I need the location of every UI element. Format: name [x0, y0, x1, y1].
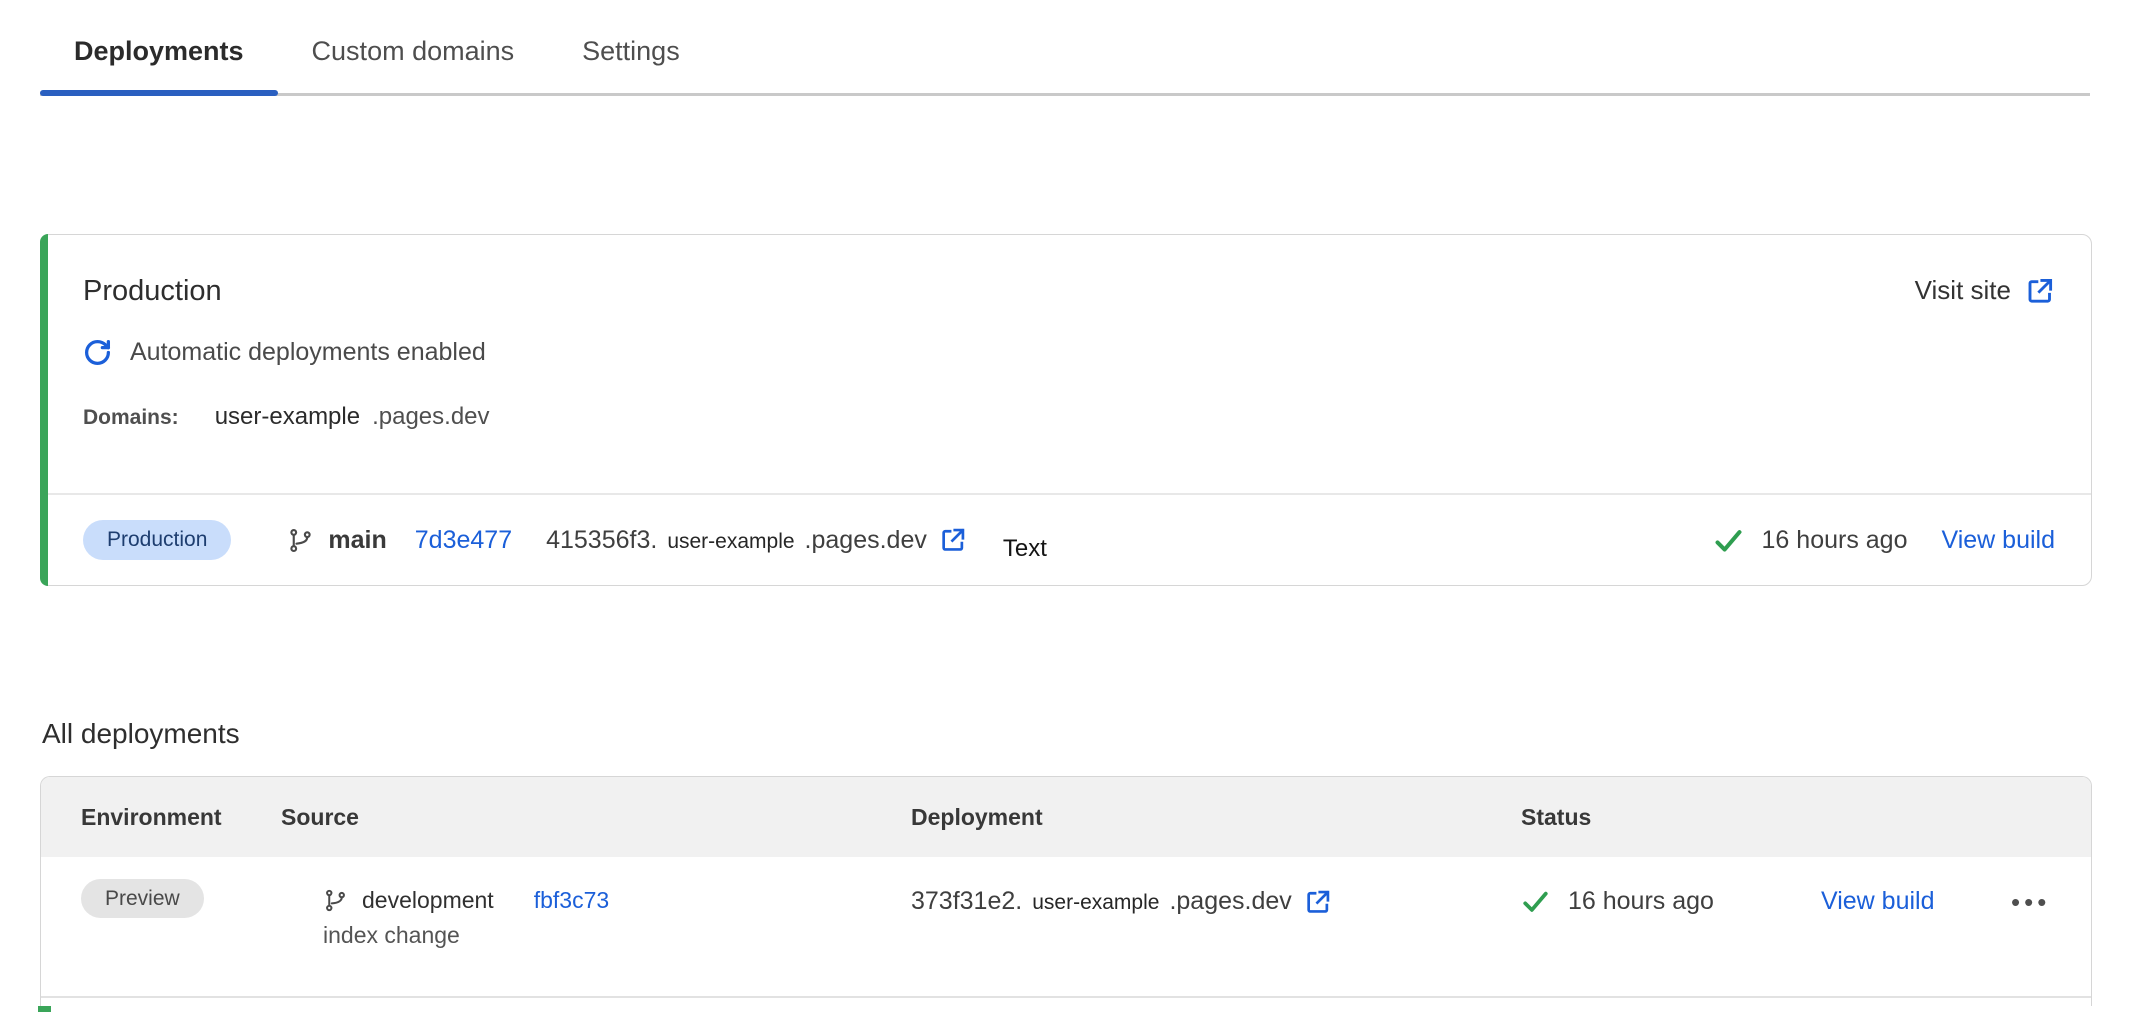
success-check-icon [1713, 525, 1744, 556]
all-deployments-heading: All deployments [42, 718, 2092, 750]
success-check-icon [1521, 887, 1550, 916]
visit-site-label: Visit site [1915, 275, 2011, 306]
url-prefix: 373f31e2. [911, 887, 1022, 916]
column-header-deployment: Deployment [911, 804, 1521, 831]
column-header-environment: Environment [81, 804, 281, 831]
git-branch-icon [323, 888, 348, 913]
external-link-icon [1304, 888, 1332, 916]
branch-name: development [362, 887, 494, 914]
url-suffix: .pages.dev [805, 526, 927, 555]
view-build-link[interactable]: View build [1941, 526, 2055, 555]
git-branch-icon [287, 527, 314, 554]
source-cell: development fbf3c73 index change [281, 887, 911, 949]
kebab-menu-icon[interactable]: ••• [2011, 887, 2050, 917]
view-build-link[interactable]: View build [1821, 887, 1935, 915]
branch-group: main [287, 526, 386, 555]
production-card-header: Production Visit site [41, 235, 2091, 308]
url-prefix: 415356f3. [546, 526, 657, 555]
tab-custom-domains[interactable]: Custom domains [278, 36, 549, 93]
domains-label: Domains: [83, 406, 179, 430]
tab-settings[interactable]: Settings [548, 36, 714, 93]
tab-deployments[interactable]: Deployments [40, 36, 278, 93]
commit-link[interactable]: 7d3e477 [415, 526, 512, 555]
domains-row: Domains: user-example .pages.dev [41, 367, 2091, 431]
status-time: 16 hours ago [1762, 526, 1908, 555]
visit-site-link[interactable]: Visit site [1915, 275, 2055, 306]
production-title: Production [83, 275, 222, 308]
next-card-green-border-peek [38, 1006, 51, 1012]
status-time: 16 hours ago [1568, 887, 1714, 916]
deployment-url-link[interactable]: 373f31e2. user-example .pages.dev [911, 887, 1521, 916]
production-deployment-row: Production main 7d3e477 415356f3. user-e… [41, 493, 2091, 585]
commit-link[interactable]: fbf3c73 [534, 887, 609, 914]
external-link-icon [2025, 276, 2055, 306]
auto-deployments-text: Automatic deployments enabled [130, 338, 486, 367]
stray-text-label: Text [1003, 535, 1047, 563]
deployments-table: Environment Source Deployment Status Pre… [40, 776, 2092, 1006]
commit-message: index change [323, 922, 911, 949]
column-header-status: Status [1521, 804, 1821, 831]
environment-badge: Production [83, 520, 231, 560]
column-header-source: Source [281, 804, 911, 831]
domain-name: user-example [215, 403, 360, 431]
production-card: Production Visit site Automatic deployme… [40, 234, 2092, 586]
table-header-row: Environment Source Deployment Status [41, 777, 2091, 857]
domain-suffix: .pages.dev [372, 403, 489, 431]
url-name: user-example [1032, 891, 1159, 915]
deployment-url-link[interactable]: 415356f3. user-example .pages.dev [546, 526, 967, 555]
url-name: user-example [667, 530, 794, 554]
status-cell: 16 hours ago [1521, 887, 1821, 916]
branch-name: main [328, 526, 386, 555]
environment-badge: Preview [81, 879, 204, 918]
environment-cell: Preview [81, 887, 281, 911]
refresh-icon [83, 338, 112, 367]
table-row: Preview development fbf3c73 index change [41, 857, 2091, 998]
auto-deployments-status: Automatic deployments enabled [41, 308, 2091, 367]
url-suffix: .pages.dev [1169, 887, 1291, 916]
tab-bar: Deployments Custom domains Settings [40, 0, 2090, 96]
deployment-status: 16 hours ago [1713, 525, 1908, 556]
external-link-icon [939, 526, 967, 554]
